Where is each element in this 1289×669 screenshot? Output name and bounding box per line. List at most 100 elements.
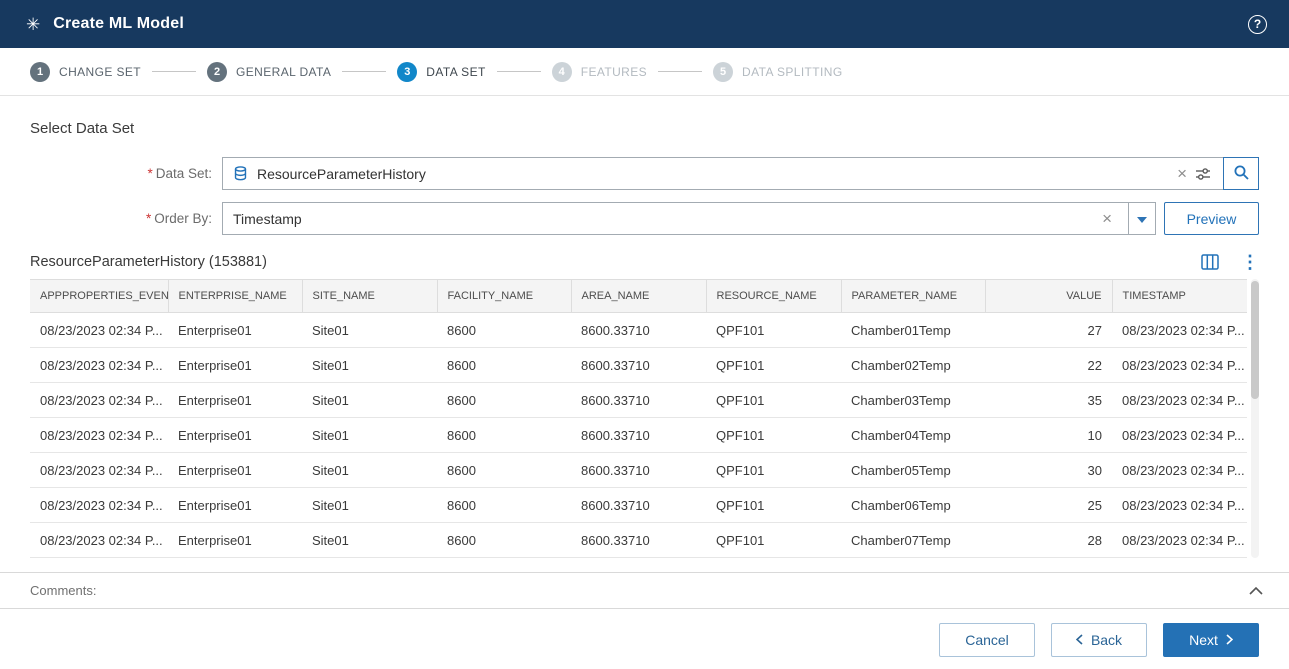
page-title: Create ML Model (53, 15, 184, 33)
cancel-button-label: Cancel (965, 632, 1009, 648)
table-cell: Enterprise01 (168, 383, 302, 418)
app-asterisk-icon: ✳ (26, 16, 40, 33)
next-button[interactable]: Next (1163, 623, 1259, 657)
table-cell: 08/23/2023 02:34 P... (1112, 523, 1247, 558)
more-options-icon[interactable]: ⋮ (1241, 253, 1259, 271)
table-row[interactable]: 08/23/2023 02:34 P...Enterprise01Site018… (30, 488, 1247, 523)
table-row[interactable]: 08/23/2023 02:34 P...Enterprise01Site018… (30, 453, 1247, 488)
table-row[interactable]: 08/23/2023 02:34 P...Enterprise01Site018… (30, 383, 1247, 418)
step-general-data[interactable]: 2 GENERAL DATA (207, 62, 331, 82)
column-header[interactable]: RESOURCE_NAME (706, 280, 841, 313)
table-cell: 08/23/2023 02:34 P... (1112, 313, 1247, 348)
wizard-step-bar: 1 CHANGE SET 2 GENERAL DATA 3 DATA SET 4… (0, 48, 1289, 96)
table-scrollbar[interactable] (1251, 279, 1259, 558)
table-cell: 8600.33710 (571, 453, 706, 488)
table-cell: 08/23/2023 02:34 P... (30, 313, 168, 348)
column-header[interactable]: FACILITY_NAME (437, 280, 571, 313)
table-row[interactable]: 08/23/2023 02:34 P...Enterprise01Site018… (30, 313, 1247, 348)
table-cell: 08/23/2023 02:34 P... (30, 523, 168, 558)
table-cell: Chamber02Temp (841, 348, 985, 383)
table-cell: QPF101 (706, 313, 841, 348)
step-connector (342, 71, 386, 72)
column-header[interactable]: AREA_NAME (571, 280, 706, 313)
step-features[interactable]: 4 FEATURES (552, 62, 647, 82)
cancel-button[interactable]: Cancel (939, 623, 1035, 657)
back-button[interactable]: Back (1051, 623, 1147, 657)
table-title: ResourceParameterHistory (153881) (30, 254, 267, 270)
help-icon[interactable]: ? (1248, 15, 1267, 34)
table-cell: 8600 (437, 418, 571, 453)
scrollbar-thumb[interactable] (1251, 281, 1259, 399)
order-by-label-text: Order By: (154, 211, 212, 226)
column-header[interactable]: SITE_NAME (302, 280, 437, 313)
table-cell: Site01 (302, 313, 437, 348)
table-cell: 8600.33710 (571, 383, 706, 418)
column-header[interactable]: PARAMETER_NAME (841, 280, 985, 313)
table-cell: 8600 (437, 523, 571, 558)
step-change-set[interactable]: 1 CHANGE SET (30, 62, 141, 82)
table-cell: 08/23/2023 02:34 P... (30, 418, 168, 453)
table-row[interactable]: 08/23/2023 02:34 P...Enterprise01Site018… (30, 418, 1247, 453)
step-data-splitting[interactable]: 5 DATA SPLITTING (713, 62, 843, 82)
table-body: 08/23/2023 02:34 P...Enterprise01Site018… (30, 313, 1247, 558)
table-cell: QPF101 (706, 523, 841, 558)
clear-order-by-icon[interactable]: × (1096, 210, 1118, 227)
table-cell: 08/23/2023 02:34 P... (30, 348, 168, 383)
column-header[interactable]: ENTERPRISE_NAME (168, 280, 302, 313)
search-icon (1233, 164, 1250, 184)
create-ml-model-window: ✳ Create ML Model ? 1 CHANGE SET 2 GENER… (0, 0, 1289, 669)
table-cell: Chamber01Temp (841, 313, 985, 348)
order-by-dropdown-button[interactable] (1128, 202, 1156, 235)
chevron-right-icon (1226, 632, 1233, 648)
table-cell: QPF101 (706, 488, 841, 523)
comments-label: Comments: (30, 583, 96, 598)
next-button-label: Next (1189, 632, 1218, 648)
data-set-field-group: ResourceParameterHistory × (222, 157, 1259, 190)
table-row[interactable]: 08/23/2023 02:34 P...Enterprise01Site018… (30, 348, 1247, 383)
step-number: 2 (207, 62, 227, 82)
table-cell: 08/23/2023 02:34 P... (1112, 453, 1247, 488)
step-label: DATA SET (426, 65, 485, 79)
step-data-set[interactable]: 3 DATA SET (397, 62, 485, 82)
table-cell: Site01 (302, 418, 437, 453)
table-cell: 8600.33710 (571, 418, 706, 453)
column-header[interactable]: APPPROPERTIES_EVEN... (30, 280, 168, 313)
filter-settings-icon[interactable] (1193, 167, 1213, 181)
content-area: Select Data Set *Data Set: ResourceParam… (0, 96, 1289, 558)
table-cell: Enterprise01 (168, 313, 302, 348)
table-cell: 8600 (437, 383, 571, 418)
step-connector (497, 71, 541, 72)
table-cell: Chamber05Temp (841, 453, 985, 488)
search-button[interactable] (1223, 157, 1259, 190)
table-toolbar: ⋮ (1201, 253, 1259, 271)
table-row[interactable]: 08/23/2023 02:34 P...Enterprise01Site018… (30, 523, 1247, 558)
order-by-field-group: Timestamp × Preview (222, 202, 1259, 235)
table-cell: QPF101 (706, 453, 841, 488)
order-by-input[interactable]: Timestamp × (222, 202, 1129, 235)
database-icon (233, 166, 248, 181)
table-cell: Chamber07Temp (841, 523, 985, 558)
table-cell: 8600.33710 (571, 313, 706, 348)
comments-bar: Comments: (0, 572, 1289, 609)
table-cell: 8600 (437, 453, 571, 488)
column-chooser-icon[interactable] (1201, 254, 1219, 270)
column-header[interactable]: TIMESTAMP (1112, 280, 1247, 313)
column-header[interactable]: VALUE (985, 280, 1112, 313)
back-button-label: Back (1091, 632, 1122, 648)
table-cell: Site01 (302, 383, 437, 418)
preview-button[interactable]: Preview (1164, 202, 1259, 235)
order-by-value: Timestamp (233, 211, 1096, 227)
step-label: CHANGE SET (59, 65, 141, 79)
collapse-chevron-up-icon[interactable] (1249, 587, 1263, 595)
step-number: 1 (30, 62, 50, 82)
table-cell: Chamber04Temp (841, 418, 985, 453)
clear-data-set-icon[interactable]: × (1171, 165, 1193, 182)
table-cell: QPF101 (706, 418, 841, 453)
footer-button-bar: Cancel Back Next (0, 609, 1289, 657)
table-cell: 8600 (437, 313, 571, 348)
table-cell: Enterprise01 (168, 418, 302, 453)
table-cell: QPF101 (706, 348, 841, 383)
table-title-row: ResourceParameterHistory (153881) ⋮ (30, 253, 1259, 271)
step-label: FEATURES (581, 65, 647, 79)
data-set-input[interactable]: ResourceParameterHistory × (222, 157, 1224, 190)
